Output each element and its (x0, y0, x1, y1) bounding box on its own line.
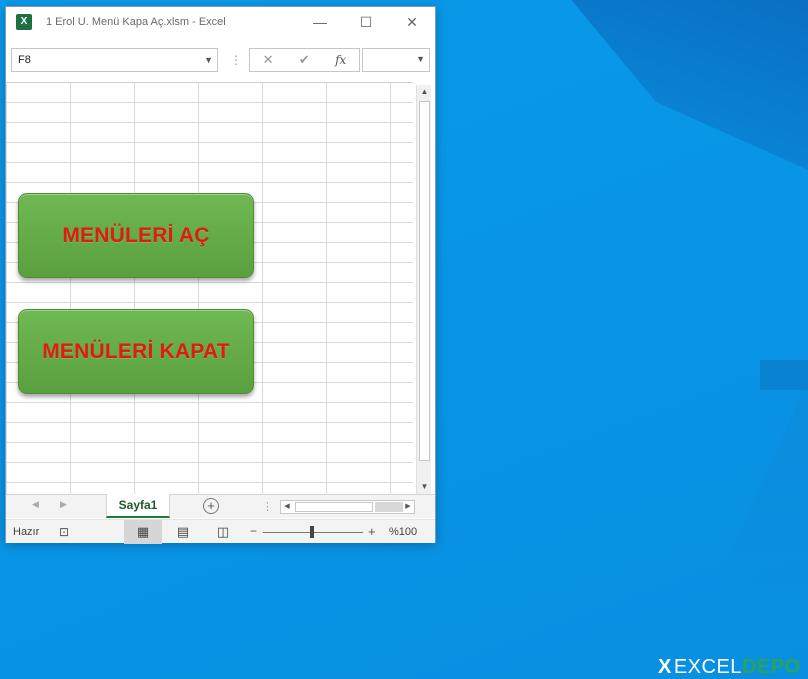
macro-record-icon[interactable]: ⊡ (59, 525, 69, 539)
horizontal-scrollbar[interactable]: ◀ ▶ (280, 500, 415, 514)
zoom-level[interactable]: %100 (389, 526, 417, 538)
watermark-x: X (658, 655, 672, 678)
sheet-tab-sayfa1[interactable]: Sayfa1 (106, 494, 170, 518)
wallpaper-shape (571, 0, 808, 170)
normal-view-icon[interactable]: ▦ (124, 520, 162, 544)
scroll-right-icon[interactable]: ▶ (402, 501, 414, 513)
formula-bar: F8 ▼ ⋮ ✕ ✔ fx ▼ (6, 45, 435, 75)
close-menus-button[interactable]: MENÜLERİ KAPAT (18, 309, 254, 394)
window-title: 1 Erol U. Menü Kapa Aç.xlsm - Excel (46, 16, 226, 28)
cancel-icon[interactable]: ✕ (263, 52, 274, 68)
status-bar: Hazır ⊡ ▦ ▤ ◫ − + %100 (6, 519, 435, 544)
worksheet-grid[interactable]: MENÜLERİ AÇ MENÜLERİ KAPAT (6, 82, 413, 494)
watermark-depo: DEPO (741, 655, 801, 678)
scroll-left-icon[interactable]: ◀ (281, 501, 293, 513)
horizontal-scroll-thumb[interactable] (295, 502, 373, 512)
chevron-down-icon[interactable]: ▼ (204, 49, 213, 71)
enter-icon[interactable]: ✔ (299, 52, 310, 68)
close-button[interactable]: ✕ (389, 7, 435, 37)
title-bar[interactable]: X 1 Erol U. Menü Kapa Aç.xlsm - Excel — … (6, 7, 435, 37)
next-sheet-icon[interactable]: ▶ (60, 499, 67, 510)
zoom-out-button[interactable]: − (250, 524, 257, 538)
open-menus-button[interactable]: MENÜLERİ AÇ (18, 193, 254, 278)
add-sheet-icon[interactable]: + (203, 498, 219, 514)
status-text: Hazır (13, 526, 40, 538)
vertical-scrollbar[interactable]: ▲ ▼ (416, 85, 431, 494)
zoom-in-button[interactable]: + (368, 524, 376, 539)
zoom-slider-thumb[interactable] (310, 526, 314, 538)
maximize-button[interactable]: ☐ (343, 7, 389, 37)
horizontal-scroll-track (375, 502, 403, 512)
name-box-value: F8 (18, 54, 31, 66)
formula-actions: ✕ ✔ fx (249, 48, 360, 72)
window-controls: — ☐ ✕ (297, 7, 435, 37)
excel-window: X 1 Erol U. Menü Kapa Aç.xlsm - Excel — … (5, 6, 436, 544)
scroll-down-icon[interactable]: ▼ (417, 480, 432, 494)
wallpaper-shape (695, 380, 808, 630)
prev-sheet-icon[interactable]: ◀ (32, 499, 39, 510)
vertical-scroll-thumb[interactable] (419, 101, 430, 461)
sheet-tab-bar: ◀ ▶ Sayfa1 + ⋮ ◀ ▶ (6, 494, 435, 518)
minimize-button[interactable]: — (297, 7, 343, 37)
excel-app-icon[interactable]: X (16, 14, 32, 30)
formula-input[interactable]: ▼ (362, 48, 430, 72)
insert-function-icon[interactable]: fx (335, 53, 346, 67)
scroll-up-icon[interactable]: ▲ (417, 85, 432, 99)
wallpaper-shape (760, 360, 808, 390)
watermark-logo: X EXCEL DEPO (658, 656, 801, 678)
expand-formula-icon[interactable]: ▼ (416, 54, 425, 64)
page-break-view-icon[interactable]: ◫ (204, 520, 242, 544)
more-options-icon[interactable]: ⋮ (230, 54, 242, 66)
tab-split-handle-icon[interactable]: ⋮ (262, 500, 273, 513)
name-box[interactable]: F8 ▼ (11, 48, 218, 72)
watermark-excel: EXCEL (673, 655, 742, 678)
page-layout-view-icon[interactable]: ▤ (164, 520, 202, 544)
